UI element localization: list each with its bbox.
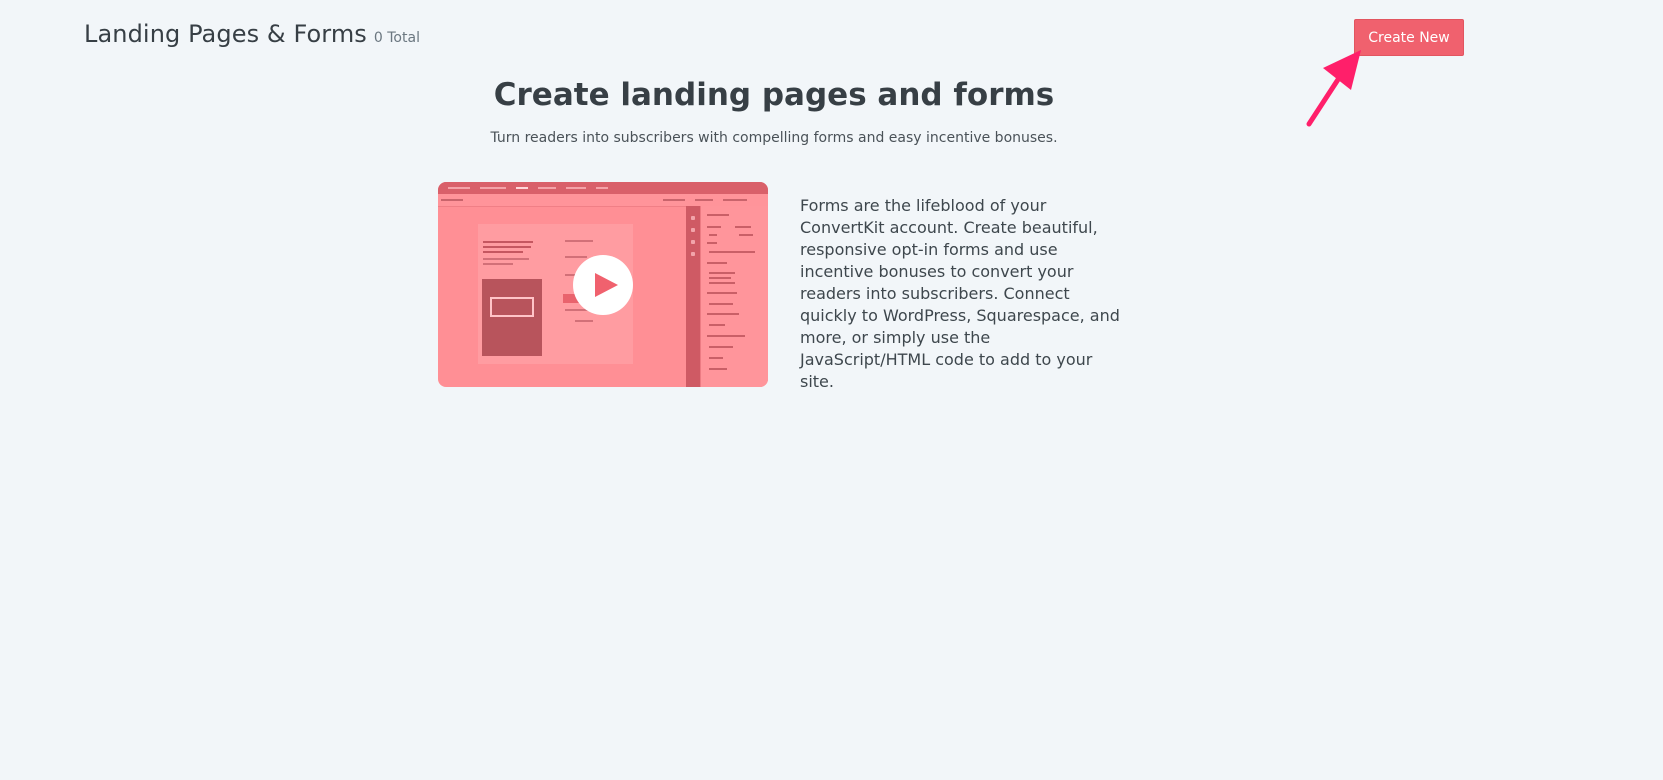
video-preview-book-cover	[482, 279, 542, 356]
hero-subtitle: Turn readers into subscribers with compe…	[490, 130, 1058, 146]
create-new-button[interactable]: Create New	[1354, 19, 1464, 56]
play-button[interactable]	[573, 255, 633, 315]
feature-description: Forms are the lifeblood of your ConvertK…	[800, 196, 1120, 391]
video-thumbnail[interactable]	[438, 182, 768, 387]
total-count: 0 Total	[373, 30, 420, 46]
hero-title: Create landing pages and forms	[493, 77, 1055, 113]
video-preview-toolstrip	[686, 206, 700, 387]
video-preview-settings-panel	[700, 206, 768, 387]
page-header: Landing Pages & Forms 0 Total	[84, 20, 420, 48]
play-icon	[595, 273, 618, 297]
video-preview-topbar	[438, 182, 768, 194]
page-title: Landing Pages & Forms	[84, 20, 367, 48]
